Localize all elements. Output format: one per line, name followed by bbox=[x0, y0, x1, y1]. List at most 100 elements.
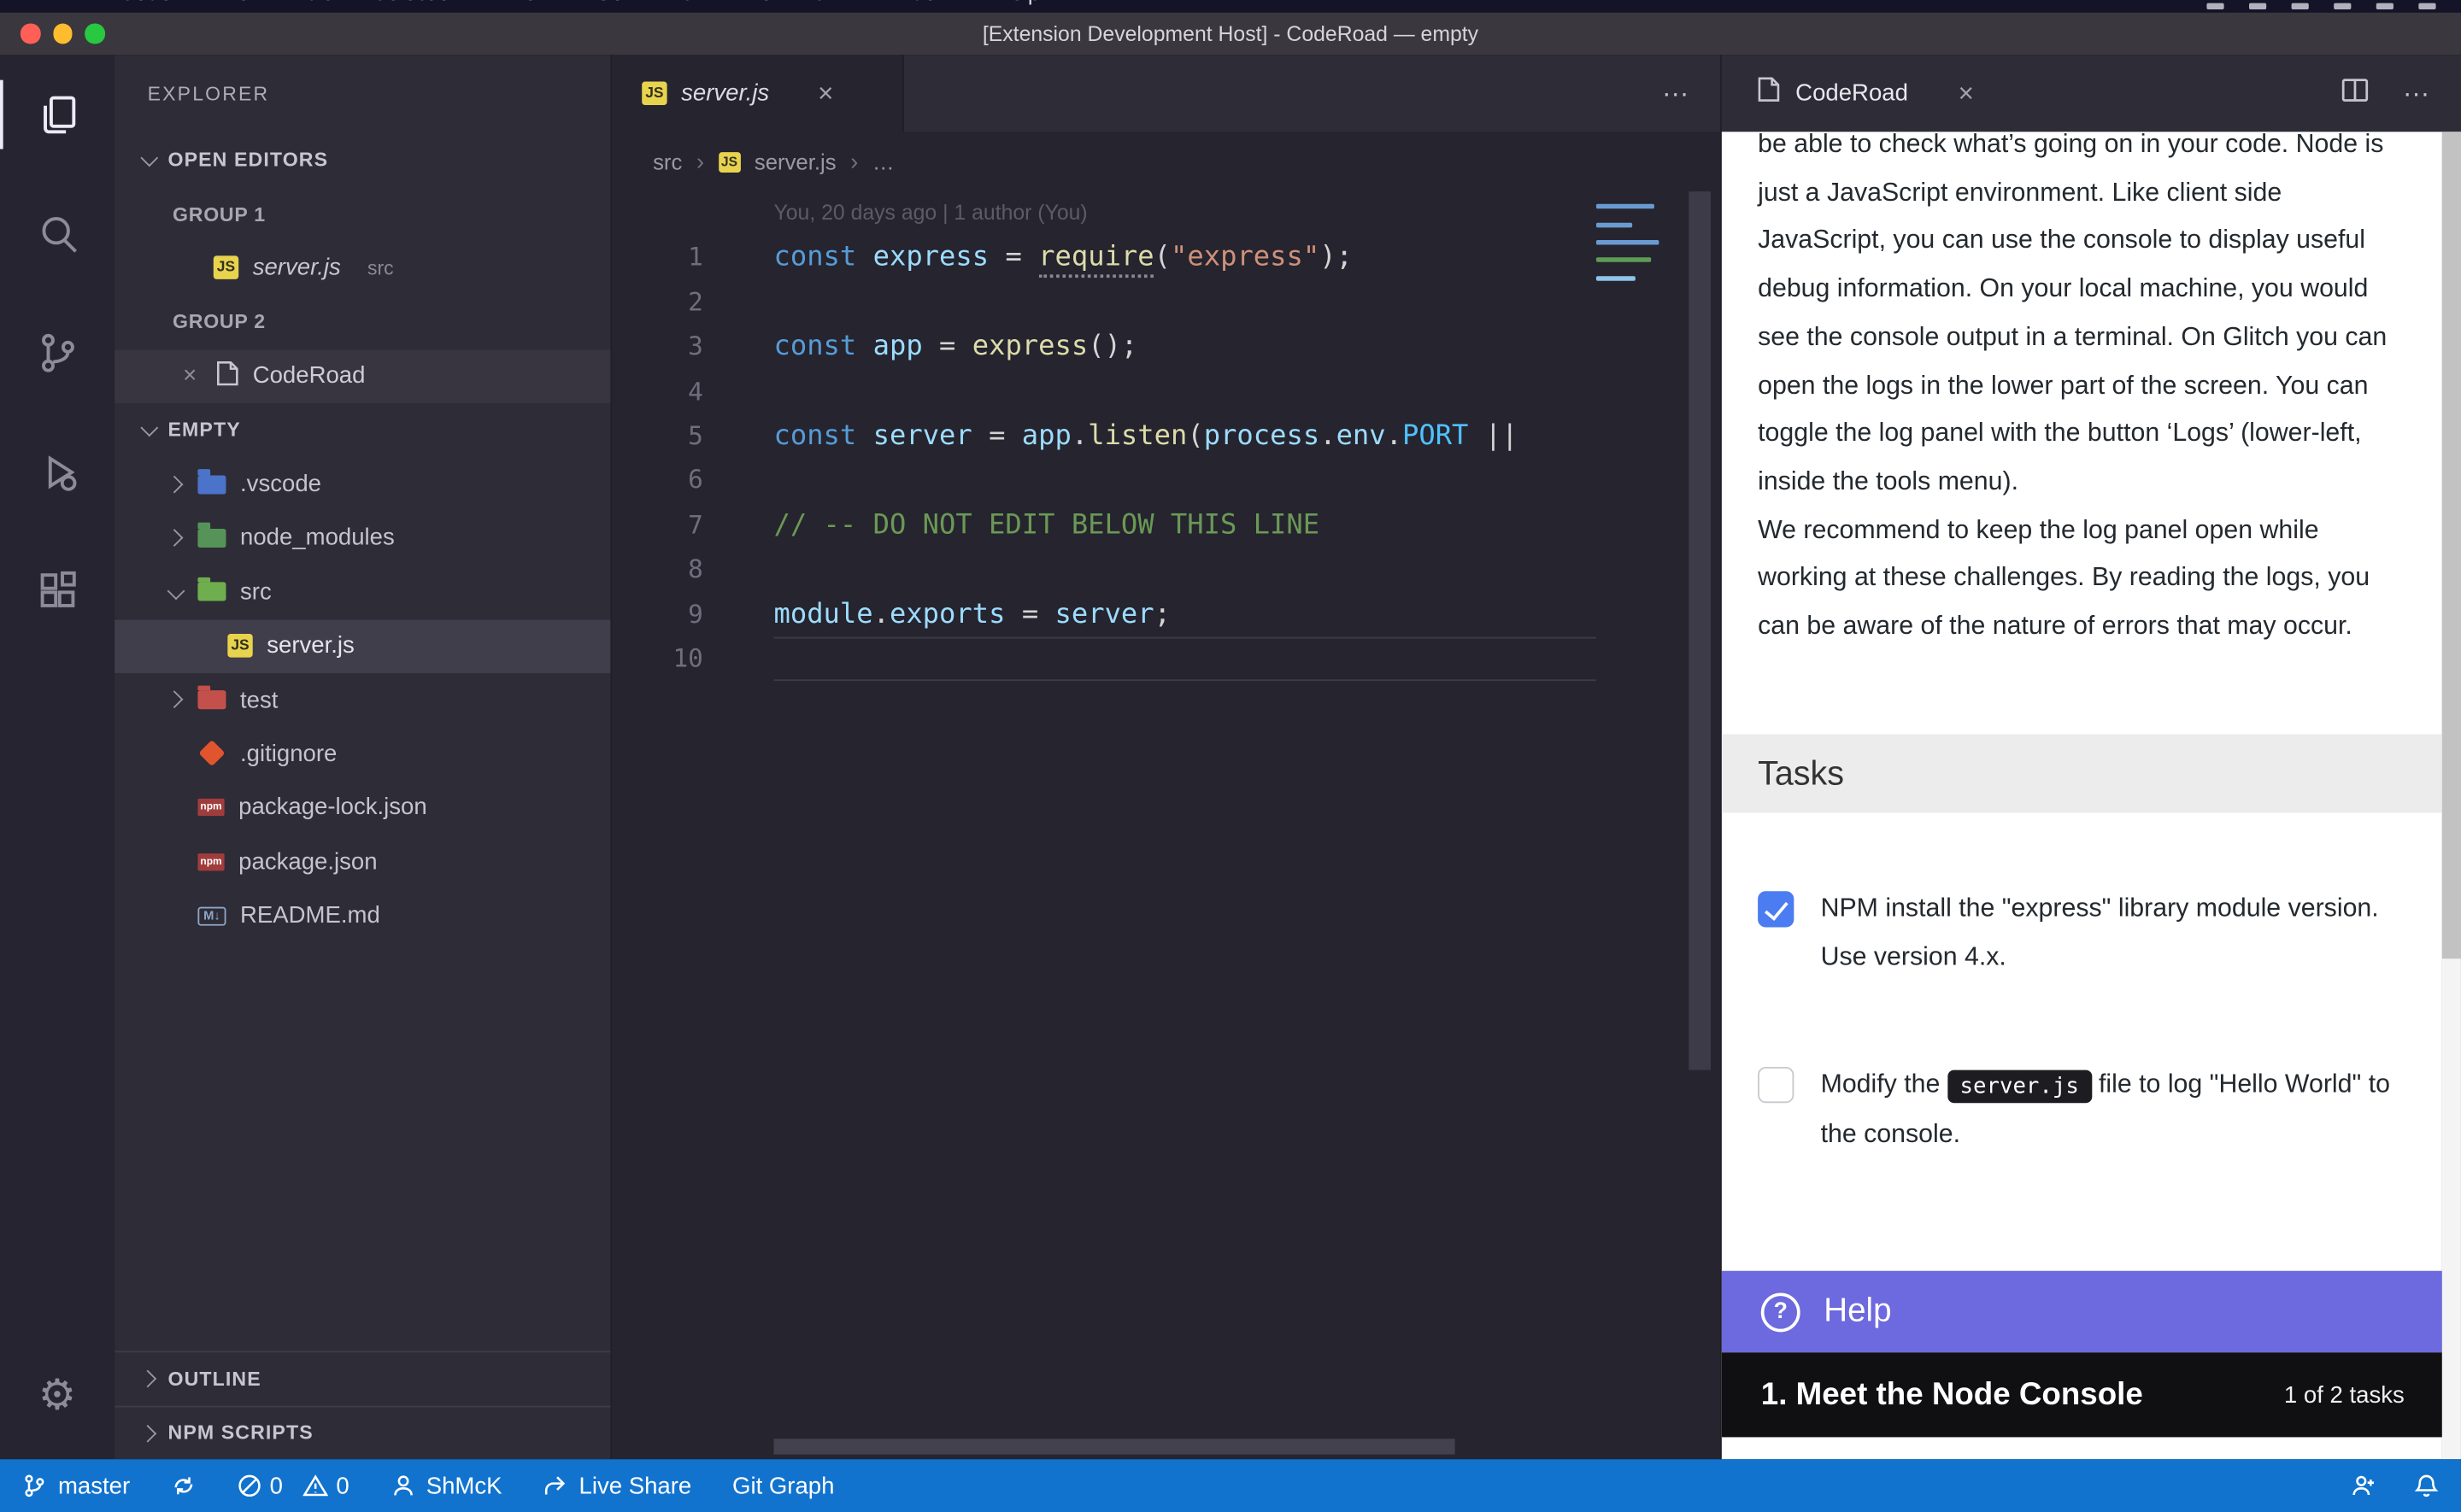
chevron-down-icon bbox=[137, 419, 159, 442]
chevron-right-icon bbox=[163, 689, 185, 711]
status-bar: master 0 0 ShMcK Live Share Git Graph bbox=[0, 1459, 2461, 1512]
open-editor-coderoad[interactable]: × CodeRoad bbox=[115, 349, 610, 403]
open-editors-section[interactable]: OPEN EDITORS bbox=[115, 133, 610, 187]
line-number: 6 bbox=[612, 459, 703, 503]
editor-group-1-label: GROUP 1 bbox=[115, 187, 610, 241]
explorer-icon[interactable] bbox=[0, 55, 115, 174]
close-window-button[interactable] bbox=[21, 24, 40, 44]
close-icon[interactable]: × bbox=[1959, 80, 1974, 107]
git-branch-status[interactable]: master bbox=[22, 1473, 130, 1499]
code-line[interactable]: const server = app.listen(process.env.PO… bbox=[773, 414, 1720, 459]
coderoad-panel: CodeRoad × ··· be able to check what’s g… bbox=[1722, 55, 2461, 1459]
tree-item-src[interactable]: src bbox=[115, 565, 610, 618]
line-number: 10 bbox=[612, 637, 703, 682]
menu-item-code[interactable]: Code bbox=[120, 0, 172, 5]
minimap[interactable] bbox=[1590, 191, 1665, 427]
tree-item-package-json[interactable]: npm package.json bbox=[115, 835, 610, 888]
tree-item-test[interactable]: test bbox=[115, 673, 610, 727]
menu-item-go[interactable]: Go bbox=[595, 0, 624, 5]
code-line[interactable] bbox=[773, 370, 1720, 414]
editor-horizontal-scrollbar[interactable] bbox=[773, 1439, 1454, 1454]
tab-coderoad[interactable]: CodeRoad × bbox=[1722, 55, 1999, 132]
run-debug-icon[interactable] bbox=[0, 413, 115, 532]
source-control-icon[interactable] bbox=[0, 293, 115, 413]
tree-item-server-js[interactable]: JS server.js bbox=[115, 619, 610, 673]
code-editor[interactable]: 12345678910 You, 20 days ago | 1 author … bbox=[612, 191, 1720, 1459]
search-icon[interactable] bbox=[0, 174, 115, 294]
live-share-invite-status[interactable] bbox=[2351, 1474, 2376, 1498]
task-text: NPM install the "express" library module… bbox=[1821, 885, 2414, 982]
coderoad-webview: be able to check what’s going on in your… bbox=[1722, 132, 2442, 1459]
code-line[interactable] bbox=[773, 548, 1720, 592]
help-button[interactable]: ? Help bbox=[1722, 1271, 2442, 1353]
explorer-sidebar: EXPLORER OPEN EDITORS GROUP 1 JS server.… bbox=[115, 55, 610, 1459]
workspace-section-empty[interactable]: EMPTY bbox=[115, 403, 610, 457]
git-graph-status[interactable]: Git Graph bbox=[732, 1473, 834, 1499]
settings-gear-icon[interactable]: ⚙ bbox=[0, 1350, 115, 1441]
lesson-header[interactable]: 1. Meet the Node Console 1 of 2 tasks bbox=[1722, 1352, 2442, 1437]
notifications-status[interactable] bbox=[2414, 1474, 2439, 1498]
tasks-header: Tasks bbox=[1722, 735, 2442, 813]
menu-item-run[interactable]: Run bbox=[667, 0, 707, 5]
lesson-text: be able to check what’s going on in your… bbox=[1722, 132, 2442, 650]
account-status[interactable]: ShMcK bbox=[390, 1473, 502, 1499]
tree-item-vscode[interactable]: .vscode bbox=[115, 457, 610, 511]
editor-group: JS server.js × ··· src › JS server.js › … bbox=[610, 55, 1721, 1459]
code-line[interactable] bbox=[773, 637, 1595, 682]
code-line[interactable] bbox=[773, 459, 1720, 503]
js-file-icon: JS bbox=[227, 634, 252, 658]
open-editor-server-js[interactable]: JS server.js src bbox=[115, 241, 610, 295]
editor-tab-bar: JS server.js × ··· bbox=[612, 55, 1720, 132]
tree-item-node-modules[interactable]: node_modules bbox=[115, 511, 610, 565]
code-line[interactable] bbox=[773, 280, 1720, 325]
npm-scripts-section[interactable]: NPM SCRIPTS bbox=[115, 1405, 610, 1459]
more-actions-icon[interactable]: ··· bbox=[1662, 78, 1689, 109]
menu-item-selection[interactable]: Selection bbox=[373, 0, 463, 5]
gutter: 12345678910 bbox=[612, 191, 728, 1459]
more-actions-icon[interactable]: ··· bbox=[2403, 78, 2429, 109]
menu-item-edit[interactable]: Edit bbox=[292, 0, 330, 5]
menu-item-terminal[interactable]: Terminal bbox=[749, 0, 832, 5]
code-line[interactable]: const app = express(); bbox=[773, 325, 1720, 370]
close-icon[interactable]: × bbox=[178, 363, 203, 390]
breadcrumb-more[interactable]: … bbox=[872, 149, 895, 173]
lesson-progress: 1 of 2 tasks bbox=[2284, 1381, 2405, 1408]
code-line[interactable]: const express = require("express"); bbox=[773, 236, 1720, 280]
line-number: 1 bbox=[612, 236, 703, 280]
code-line[interactable]: module.exports = server; bbox=[773, 592, 1720, 636]
chevron-right-icon bbox=[163, 527, 185, 549]
live-share-status[interactable]: Live Share bbox=[543, 1473, 691, 1499]
code-line[interactable]: // -- DO NOT EDIT BELOW THIS LINE bbox=[773, 503, 1720, 548]
sync-status[interactable] bbox=[171, 1474, 196, 1498]
breadcrumb-src[interactable]: src bbox=[653, 149, 682, 173]
menu-item-help[interactable]: Help bbox=[995, 0, 1040, 5]
folder-icon bbox=[197, 475, 226, 494]
folder-icon bbox=[197, 583, 226, 601]
task-item-1: NPM install the "express" library module… bbox=[1758, 885, 2414, 982]
lesson-title: 1. Meet the Node Console bbox=[1761, 1377, 2143, 1413]
minimize-window-button[interactable] bbox=[53, 24, 73, 44]
split-editor-icon[interactable] bbox=[2341, 78, 2368, 109]
task-item-2: Modify the server.js file to log "Hello … bbox=[1758, 1061, 2414, 1159]
menu-item-file[interactable]: File bbox=[214, 0, 250, 5]
menu-item-window[interactable]: Window bbox=[874, 0, 952, 5]
tree-item-package-lock-json[interactable]: npm package-lock.json bbox=[115, 781, 610, 835]
breadcrumb-file[interactable]: server.js bbox=[755, 149, 837, 173]
tree-item-readme-md[interactable]: M↓ README.md bbox=[115, 888, 610, 942]
share-icon bbox=[543, 1474, 567, 1498]
extensions-icon[interactable] bbox=[0, 532, 115, 652]
close-icon[interactable]: × bbox=[818, 80, 833, 107]
help-icon: ? bbox=[1761, 1292, 1800, 1332]
zoom-window-button[interactable] bbox=[85, 24, 104, 44]
menu-item-view[interactable]: View bbox=[505, 0, 552, 5]
task-checkbox[interactable] bbox=[1758, 891, 1794, 927]
outline-section[interactable]: OUTLINE bbox=[115, 1351, 610, 1405]
tab-server-js[interactable]: JS server.js × bbox=[612, 55, 904, 132]
chevron-right-icon bbox=[137, 1368, 159, 1390]
panel-scrollbar-thumb[interactable] bbox=[2442, 132, 2461, 958]
editor-vertical-scrollbar[interactable] bbox=[1689, 191, 1711, 1070]
problems-status[interactable]: 0 0 bbox=[237, 1473, 349, 1499]
panel-scrollbar[interactable] bbox=[2442, 132, 2461, 1459]
tree-item-gitignore[interactable]: .gitignore bbox=[115, 727, 610, 781]
task-checkbox[interactable] bbox=[1758, 1067, 1794, 1103]
